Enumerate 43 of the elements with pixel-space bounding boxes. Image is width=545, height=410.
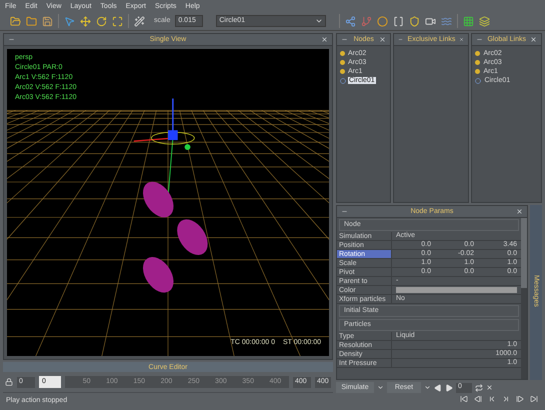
close-icon[interactable] xyxy=(459,36,464,43)
minimize-icon[interactable] xyxy=(476,36,484,43)
caret-icon[interactable] xyxy=(424,384,431,391)
minimize-icon[interactable] xyxy=(8,36,15,43)
rotate-icon[interactable] xyxy=(96,16,107,26)
minimize-icon[interactable] xyxy=(398,36,404,43)
last-frame-icon[interactable] xyxy=(502,395,510,403)
wand-icon[interactable] xyxy=(134,16,145,26)
shield-icon[interactable] xyxy=(409,16,420,26)
node-ring-icon xyxy=(340,78,346,84)
loop-icon[interactable] xyxy=(475,384,483,392)
camera-icon[interactable] xyxy=(425,16,436,26)
caret-icon[interactable] xyxy=(377,384,384,391)
layers-icon[interactable] xyxy=(479,16,490,26)
skip-back-icon[interactable] xyxy=(460,395,468,403)
lock-icon[interactable] xyxy=(5,378,13,386)
folder-icon[interactable] xyxy=(26,16,37,26)
close-icon[interactable] xyxy=(321,36,328,43)
minimize-icon[interactable] xyxy=(341,36,348,43)
play-icon[interactable] xyxy=(445,384,453,392)
save-icon[interactable] xyxy=(42,16,53,26)
grid-icon[interactable] xyxy=(463,16,474,26)
node-ring-icon xyxy=(475,78,482,84)
close-icon[interactable] xyxy=(516,208,523,215)
nodes-icon[interactable] xyxy=(345,16,356,26)
scrollbar[interactable] xyxy=(521,218,527,379)
color-swatch[interactable] xyxy=(396,287,517,293)
minimize-icon[interactable] xyxy=(341,208,348,215)
folder-icon[interactable] xyxy=(10,16,21,26)
waves-icon[interactable] xyxy=(441,16,452,26)
play-reverse-icon[interactable] xyxy=(434,384,442,392)
close-icon[interactable] xyxy=(530,36,537,43)
skip-forward-icon[interactable] xyxy=(530,395,538,403)
step-forward-icon[interactable] xyxy=(516,395,524,403)
caret-icon xyxy=(315,17,324,25)
pointer-icon[interactable] xyxy=(64,16,75,26)
move-icon[interactable] xyxy=(80,16,91,26)
brackets-icon[interactable] xyxy=(393,16,404,26)
first-frame-icon[interactable] xyxy=(488,395,496,403)
step-back-icon[interactable] xyxy=(474,395,482,403)
close-icon[interactable] xyxy=(486,384,493,391)
close-icon[interactable] xyxy=(379,36,386,43)
scale-icon[interactable] xyxy=(112,16,123,26)
